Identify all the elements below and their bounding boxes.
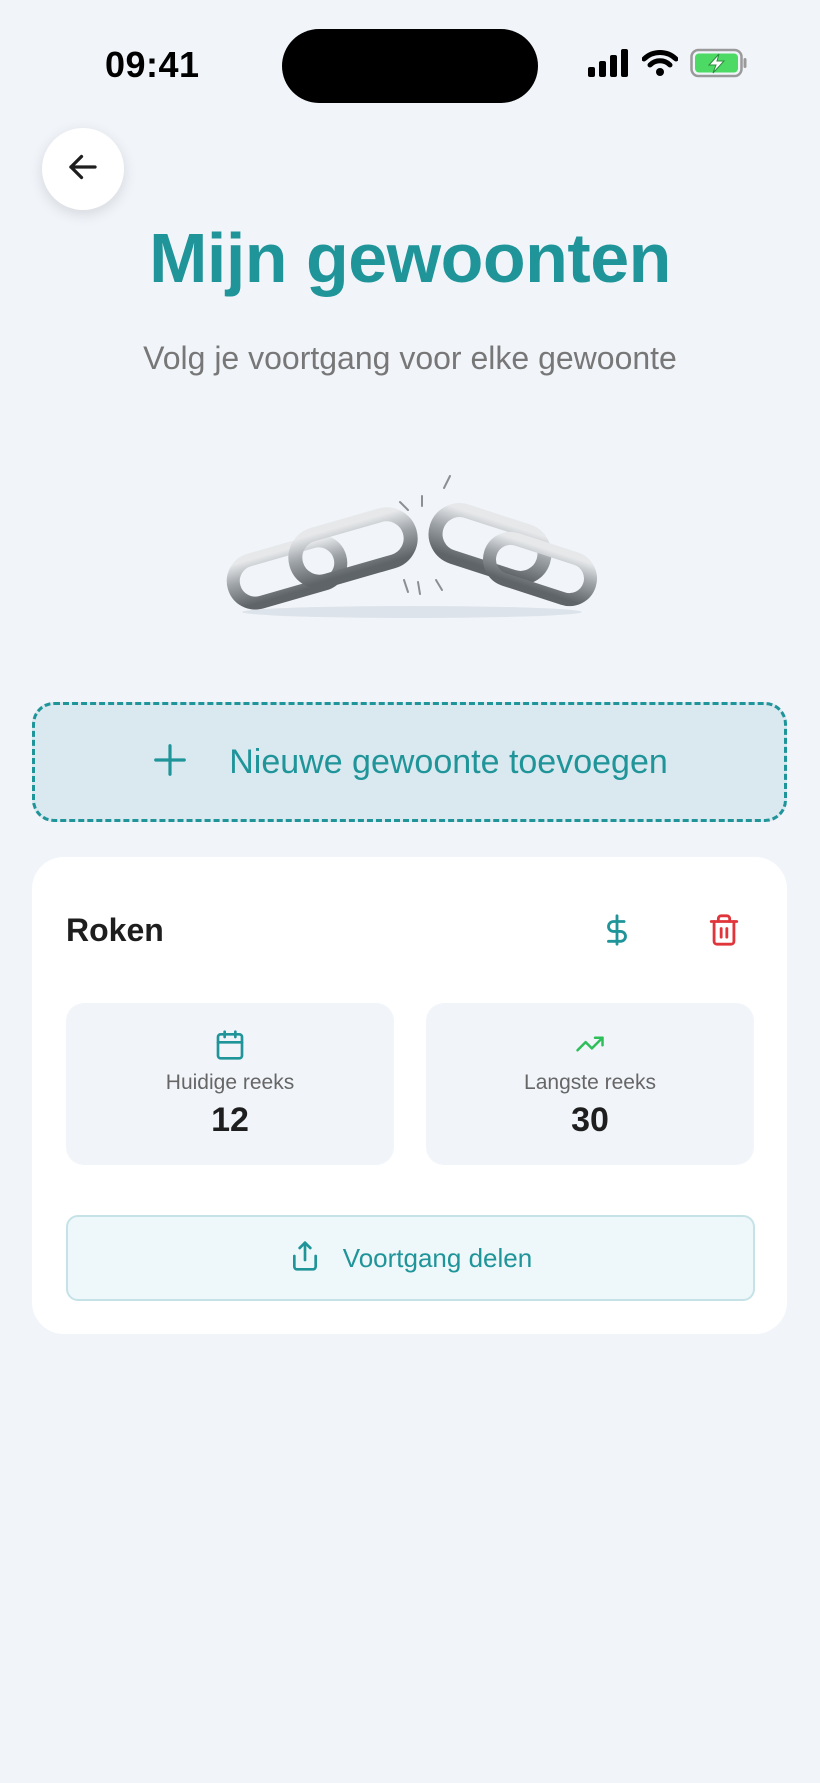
dollar-icon (600, 911, 634, 954)
add-habit-label: Nieuwe gewoonte toevoegen (229, 742, 668, 781)
cellular-signal-icon (588, 49, 630, 82)
habits-screen: 09:41 Mijn gewoonten Volg je voortgang v… (0, 0, 820, 1783)
trending-up-icon (573, 1029, 607, 1064)
broken-chain-illustration (222, 462, 602, 622)
back-button[interactable] (42, 128, 124, 210)
savings-button[interactable] (592, 907, 642, 957)
share-progress-button[interactable]: Voortgang delen (66, 1215, 755, 1301)
delete-habit-button[interactable] (699, 907, 749, 957)
current-streak-stat: Huidige reeks 12 (66, 1003, 394, 1165)
current-streak-value: 12 (211, 1101, 249, 1139)
longest-streak-label: Langste reeks (524, 1071, 656, 1094)
habit-name: Roken (66, 912, 164, 948)
longest-streak-value: 30 (571, 1101, 609, 1139)
page-subtitle: Volg je voortgang voor elke gewoonte (143, 340, 677, 376)
status-time: 09:41 (105, 44, 200, 85)
current-streak-label: Huidige reeks (165, 1071, 295, 1094)
page-title: Mijn gewoonten (149, 219, 671, 297)
trash-icon (707, 912, 741, 953)
wifi-icon (641, 49, 679, 82)
longest-streak-stat: Langste reeks 30 (426, 1003, 754, 1165)
status-bar: 09:41 (0, 0, 820, 130)
system-icons (588, 48, 748, 83)
battery-charging-icon (690, 48, 748, 83)
arrow-left-icon (65, 149, 101, 190)
habit-card: Roken Huidige reeks 12 Langste reeks 30 … (32, 857, 787, 1334)
add-habit-button[interactable]: Nieuwe gewoonte toevoegen (32, 702, 787, 822)
share-progress-label: Voortgang delen (342, 1242, 533, 1273)
dynamic-island (282, 29, 538, 103)
share-icon (289, 1239, 321, 1278)
calendar-icon (214, 1029, 246, 1066)
plus-icon (151, 741, 189, 784)
